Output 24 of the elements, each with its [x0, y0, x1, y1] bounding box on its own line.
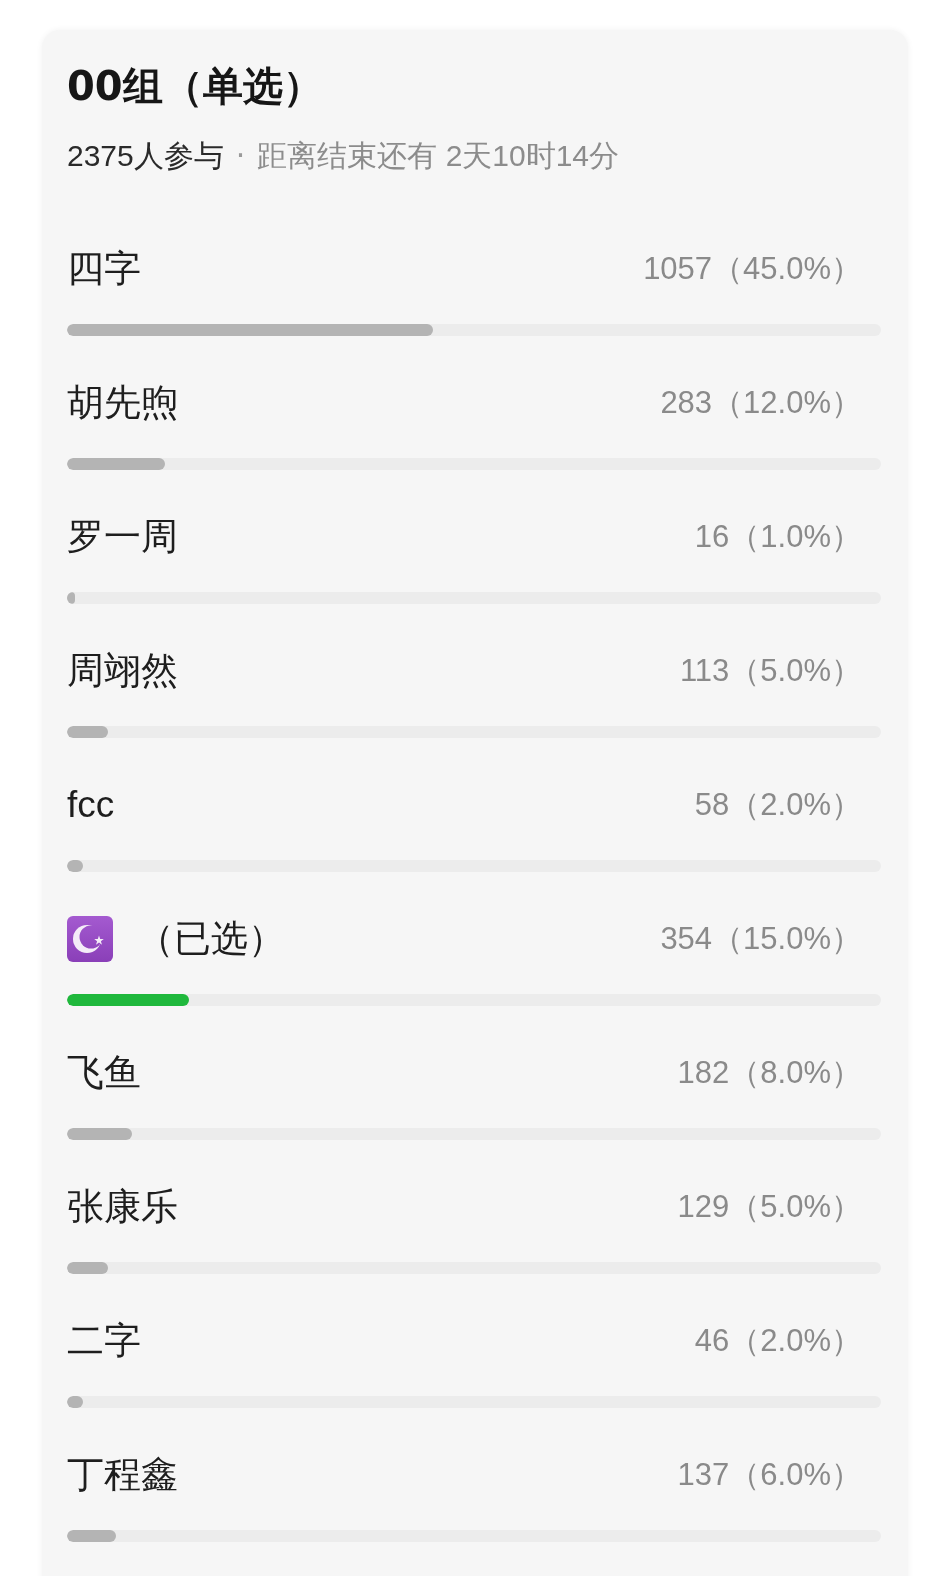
option-label: 四字 — [67, 247, 141, 291]
vote-count: 16（1.0%） — [694, 518, 862, 556]
option-label: （已选） — [137, 917, 285, 961]
vote-count: 129（5.0%） — [677, 1188, 862, 1226]
participant-count: 2375人参与 — [67, 138, 224, 174]
vote-count: 283（12.0%） — [660, 384, 862, 422]
option-label: 二字 — [67, 1319, 141, 1363]
option-label: 飞鱼 — [67, 1051, 141, 1095]
vote-count: 1057（45.0%） — [643, 250, 862, 288]
option-label: 张康乐 — [67, 1185, 178, 1229]
countdown-text: 距离结束还有 2天10时14分 — [257, 138, 620, 174]
option-label: 胡先煦 — [67, 381, 178, 425]
vote-count: 113（5.0%） — [679, 652, 862, 690]
vote-count: 182（8.0%） — [677, 1054, 862, 1092]
option-label: fcc — [67, 783, 115, 827]
option-label: 罗一周 — [67, 515, 178, 559]
vote-count: 58（2.0%） — [694, 786, 862, 824]
option-label: 周翊然 — [67, 649, 178, 693]
vote-count: 137（6.0%） — [677, 1456, 862, 1494]
vote-count: 46（2.0%） — [694, 1322, 862, 1360]
option-label: 丁程鑫 — [67, 1453, 178, 1497]
separator-dot: · — [235, 137, 246, 175]
vote-count: 354（15.0%） — [660, 920, 862, 958]
poll-title: 00组（单选） — [67, 62, 323, 111]
